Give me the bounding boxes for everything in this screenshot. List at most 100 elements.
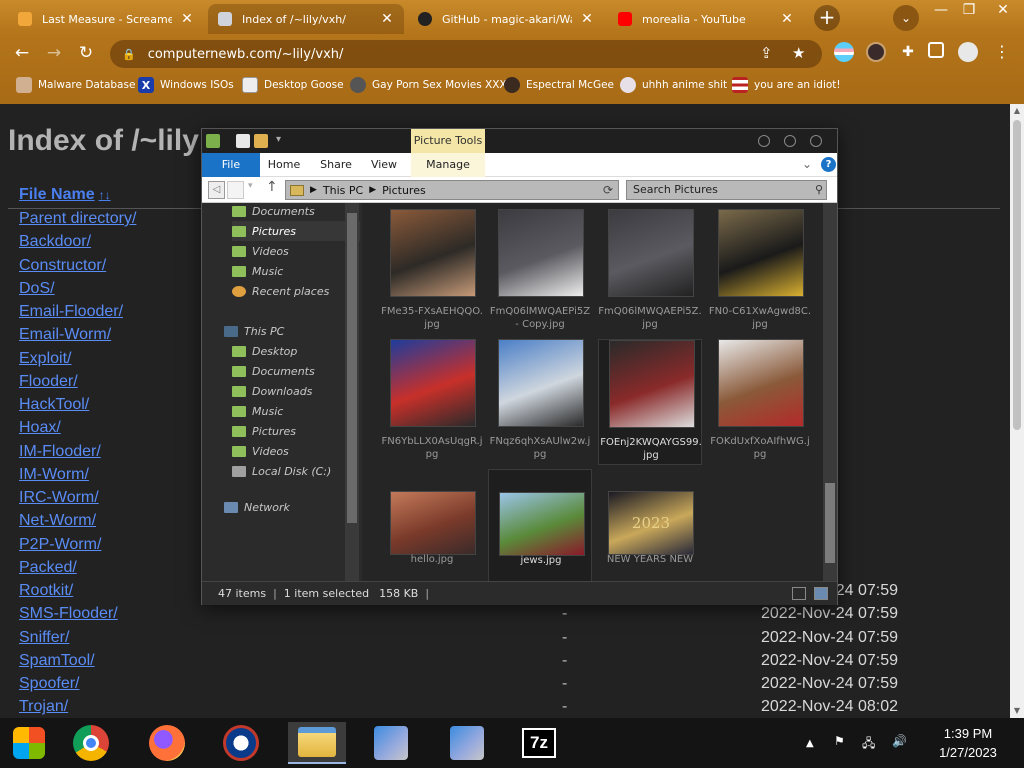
properties-icon[interactable] — [236, 134, 250, 148]
close-icon[interactable]: ✕ — [780, 11, 794, 27]
bookmark-anime[interactable]: uhhh anime shit — [620, 76, 727, 94]
directory-link[interactable]: Net-Worm/ — [19, 512, 96, 530]
tab-search-button[interactable]: ⌄ — [893, 5, 919, 31]
tab-index-of[interactable]: Index of /~lily/vxh/ ✕ — [208, 4, 404, 34]
minimize-button[interactable]: — — [926, 0, 956, 22]
share-icon[interactable]: ⇪ — [760, 44, 773, 62]
bookmark-windows-isos[interactable]: X Windows ISOs — [138, 76, 234, 94]
directory-link[interactable]: Email-Flooder/ — [19, 303, 123, 321]
tab-file[interactable]: File — [202, 153, 260, 177]
scrollbar-thumb[interactable] — [1013, 120, 1021, 430]
bookmark-you-are-an-idiot[interactable]: you are an idiot! — [732, 76, 841, 94]
bookmark-gay-porn[interactable]: Gay Porn Sex Movies XXX — [350, 76, 507, 94]
window-close-button[interactable]: ✕ — [988, 0, 1018, 22]
file-thumbnail[interactable]: jews.jpg — [488, 469, 592, 581]
recent-locations-icon[interactable]: ▾ — [248, 181, 253, 191]
directory-link[interactable]: Sniffer/ — [19, 629, 69, 647]
search-icon[interactable]: ⚲ — [815, 181, 823, 199]
taskbar-file-explorer[interactable] — [288, 722, 346, 764]
nav-item[interactable]: This PC — [224, 321, 360, 341]
system-clock[interactable]: 1:39 PM 1/27/2023 — [924, 724, 1012, 762]
extensions-puzzle-icon[interactable]: ✚ — [898, 42, 918, 62]
scroll-up-arrow-icon[interactable]: ▲ — [1010, 104, 1024, 118]
tab-github[interactable]: GitHub - magic-akari/WannaC ✕ — [408, 4, 604, 34]
extension-avatar-icon[interactable] — [866, 42, 886, 62]
nav-item[interactable]: Videos — [232, 441, 360, 461]
explorer-maximize-button[interactable] — [784, 135, 796, 147]
forward-button[interactable]: → — [42, 41, 66, 65]
file-thumbnail[interactable]: 2023 NEW YEARS NEW — [598, 469, 702, 581]
nav-item[interactable]: Network — [224, 497, 360, 517]
help-icon[interactable]: ? — [821, 157, 836, 172]
new-folder-icon[interactable] — [254, 134, 268, 148]
directory-link[interactable]: Spoofer/ — [19, 675, 79, 693]
directory-link[interactable]: Backdoor/ — [19, 233, 91, 251]
file-thumbnail[interactable]: FmQ06lMWQAEPi5Z - Copy.jpg — [488, 209, 592, 335]
close-icon[interactable]: ✕ — [580, 11, 594, 27]
show-hidden-icons-icon[interactable]: ▲ — [806, 738, 814, 749]
nav-item[interactable]: Documents — [232, 203, 360, 221]
scroll-down-arrow-icon[interactable]: ▼ — [1010, 704, 1024, 718]
nav-item[interactable]: Documents — [232, 361, 360, 381]
file-thumbnail[interactable]: FmQ06lMWQAEPi5Z.jpg — [598, 209, 702, 335]
kebab-menu-icon[interactable]: ⋮ — [992, 42, 1012, 62]
nav-item[interactable]: Videos — [232, 241, 360, 261]
nav-item[interactable]: Pictures — [232, 421, 360, 441]
taskbar-setup-1[interactable] — [362, 722, 420, 764]
taskbar-chrome[interactable] — [62, 722, 120, 764]
nav-item[interactable]: Music — [232, 401, 360, 421]
tab-view[interactable]: View — [366, 153, 402, 177]
directory-link[interactable]: IRC-Worm/ — [19, 489, 99, 507]
explorer-minimize-button[interactable] — [758, 135, 770, 147]
action-center-flag-icon[interactable]: ⚑ — [834, 734, 845, 748]
expand-ribbon-icon[interactable]: ⌄ — [802, 157, 812, 171]
nav-item[interactable]: Music — [232, 261, 360, 281]
taskbar-firefox[interactable] — [138, 722, 196, 764]
directory-link[interactable]: HackTool/ — [19, 396, 89, 414]
nav-scrollbar-thumb[interactable] — [347, 213, 357, 523]
address-bar[interactable]: 🔒 computernewb.com/~lily/vxh/ ⇪ ★ — [110, 40, 822, 68]
file-name-column-header[interactable]: File Name ↑↓ — [19, 186, 111, 204]
close-icon[interactable]: ✕ — [180, 11, 194, 27]
refresh-icon[interactable]: ⟳ — [600, 182, 616, 198]
explorer-address-bar[interactable]: ▶ This PC ▶ Pictures ⟳ — [285, 180, 619, 200]
directory-link[interactable]: DoS/ — [19, 280, 55, 298]
quick-access-dropdown-icon[interactable]: ▾ — [276, 134, 290, 148]
nav-scrollbar[interactable] — [345, 203, 359, 581]
close-icon[interactable]: ✕ — [380, 11, 394, 27]
file-thumbnail[interactable]: FMe35-FXsAEHQQO.jpg — [380, 209, 484, 335]
explorer-forward-button[interactable] — [227, 181, 244, 199]
directory-link[interactable]: IM-Flooder/ — [19, 443, 101, 461]
network-icon[interactable]: 🖧 — [862, 734, 875, 755]
nav-item[interactable]: Local Disk (C:) — [232, 461, 360, 481]
page-scrollbar[interactable]: ▲ ▼ — [1010, 104, 1024, 718]
content-scrollbar[interactable] — [823, 203, 837, 581]
file-thumbnail[interactable]: FOKdUxfXoAIfhWG.jpg — [708, 339, 812, 465]
large-icons-view-icon[interactable] — [814, 587, 828, 600]
tab-home[interactable]: Home — [264, 153, 304, 177]
new-tab-button[interactable]: + — [814, 5, 840, 31]
extension-flag-icon[interactable] — [834, 42, 854, 62]
directory-link[interactable]: P2P-Worm/ — [19, 536, 101, 554]
directory-link[interactable]: Flooder/ — [19, 373, 78, 391]
nav-item[interactable]: Desktop — [232, 341, 360, 361]
file-thumbnail[interactable]: FN6YbLLX0AsUqgR.jpg — [380, 339, 484, 465]
reload-button[interactable]: ↻ — [74, 41, 98, 65]
breadcrumb-this-pc[interactable]: This PC — [323, 184, 363, 197]
taskbar-opera[interactable] — [212, 722, 270, 764]
nav-item[interactable]: Recent places — [232, 281, 360, 301]
explorer-close-button[interactable] — [810, 135, 822, 147]
directory-link[interactable]: SpamTool/ — [19, 652, 95, 670]
details-view-icon[interactable] — [792, 587, 806, 600]
back-button[interactable]: ← — [10, 41, 34, 65]
file-thumbnail[interactable]: FN0-C61XwAgwd8C.jpg — [708, 209, 812, 335]
up-arrow-icon[interactable]: ↑ — [266, 179, 278, 195]
directory-link[interactable]: Trojan/ — [19, 698, 68, 716]
bookmark-malware-database[interactable]: Malware Database — [16, 76, 135, 94]
nav-item[interactable]: Pictures — [232, 221, 360, 241]
file-thumbnail[interactable]: FNqz6qhXsAUlw2w.jpg — [488, 339, 592, 465]
tab-youtube[interactable]: morealia - YouTube ✕ — [608, 4, 804, 34]
bookmark-star-icon[interactable]: ★ — [792, 44, 805, 62]
search-pictures-input[interactable]: Search Pictures ⚲ — [626, 180, 827, 200]
directory-link[interactable]: Constructor/ — [19, 257, 106, 275]
